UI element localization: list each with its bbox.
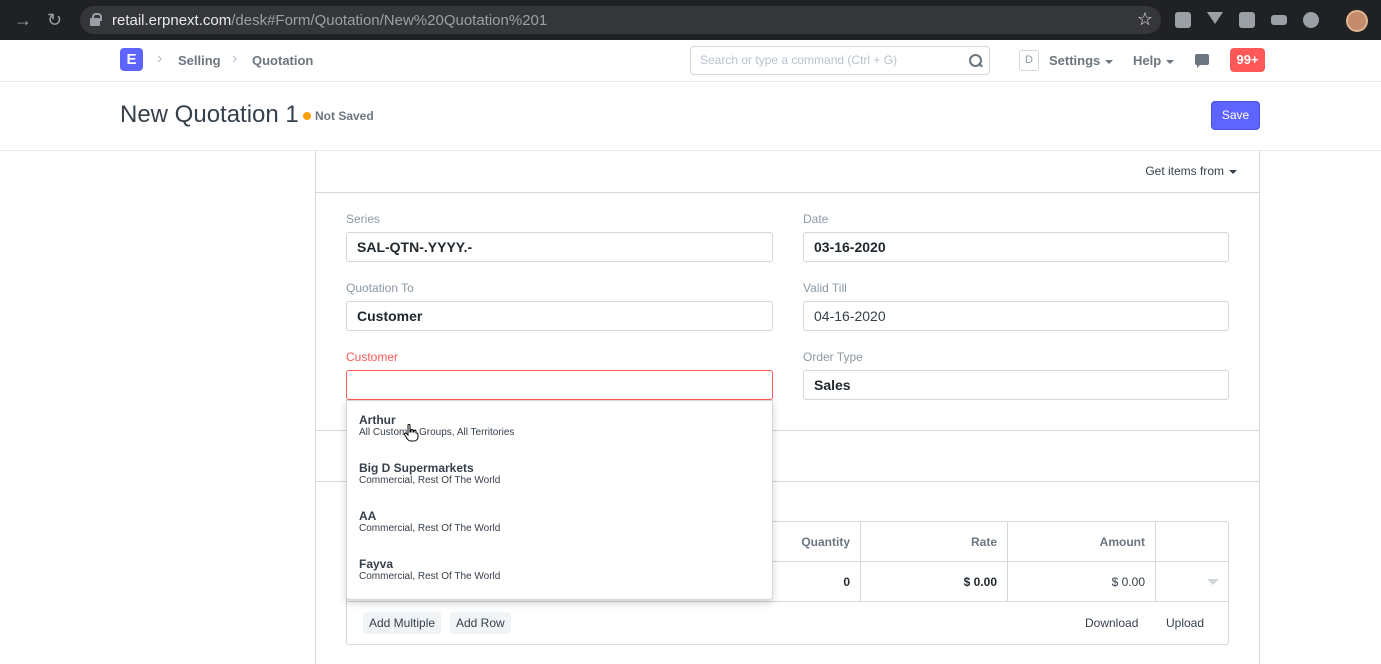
customer-option-fayva[interactable]: Fayva Commercial, Rest Of The World (347, 545, 772, 593)
page-head: New Quotation 1 Not Saved Save (0, 82, 1381, 151)
caret-down-icon (1166, 59, 1175, 64)
valid-till-field[interactable]: 04-16-2020 (803, 301, 1229, 331)
lock-icon (90, 13, 102, 26)
caret-down-icon (1229, 169, 1237, 174)
series-field[interactable]: SAL-QTN-.YYYY.- (346, 232, 773, 262)
option-description: Commercial, Rest Of The World (359, 475, 501, 486)
notification-badge[interactable]: 99+ (1230, 48, 1265, 72)
add-row-button[interactable]: Add Row (450, 612, 511, 634)
quotation-to-select[interactable]: Customer (346, 301, 773, 331)
extension-icon[interactable] (1271, 15, 1287, 25)
download-button[interactable]: Download (1085, 612, 1138, 634)
upload-button[interactable]: Upload (1166, 612, 1204, 634)
get-items-label: Get items from (1145, 164, 1224, 178)
order-type-select[interactable]: Sales (803, 370, 1229, 400)
customer-option-aa[interactable]: AA Commercial, Rest Of The World (347, 497, 772, 545)
help-label: Help (1133, 53, 1162, 68)
app-navbar: E › Selling › Quotation D Settings Help … (0, 40, 1381, 82)
hand-cursor-icon (403, 424, 419, 442)
vue-devtools-icon[interactable] (1207, 12, 1223, 24)
caret-down-icon (1105, 59, 1114, 64)
url-path: /desk#Form/Quotation/New%20Quotation%201 (231, 12, 548, 29)
quotation-to-label: Quotation To (346, 281, 414, 295)
extension-icon[interactable] (1303, 12, 1319, 28)
status-badge: Not Saved (315, 109, 374, 123)
bookmark-star-icon[interactable]: ☆ (1137, 9, 1153, 30)
help-menu[interactable]: Help (1133, 53, 1175, 68)
url-text: retail.erpnext.com/desk#Form/Quotation/N… (112, 12, 547, 29)
customer-input[interactable] (346, 370, 773, 400)
breadcrumb-selling[interactable]: Selling (178, 53, 221, 68)
option-description: Commercial, Rest Of The World (359, 523, 501, 534)
forward-arrow-icon[interactable]: → (14, 10, 32, 30)
extension-icon[interactable] (1239, 12, 1255, 28)
chevron-right-icon: › (157, 50, 163, 67)
reload-icon[interactable]: ↻ (47, 10, 62, 30)
series-label: Series (346, 212, 381, 226)
search-icon (969, 54, 983, 68)
page-title: New Quotation 1 (120, 101, 299, 128)
option-title: Arthur (359, 413, 396, 427)
browser-chrome: → ↻ retail.erpnext.com/desk#Form/Quotati… (0, 0, 1381, 40)
extension-icon[interactable] (1175, 12, 1191, 28)
chevron-right-icon: › (232, 50, 238, 67)
search-input[interactable] (700, 53, 960, 67)
url-host: retail.erpnext.com (112, 12, 232, 29)
user-avatar[interactable]: D (1019, 50, 1039, 71)
amount-header: Amount (1008, 522, 1155, 562)
status-indicator-dot (303, 112, 311, 120)
valid-till-label: Valid Till (803, 281, 847, 295)
customer-option-big-d-supermarkets[interactable]: Big D Supermarkets Commercial, Rest Of T… (347, 449, 772, 497)
option-description: All Customer Groups, All Territories (359, 427, 515, 438)
save-button[interactable]: Save (1211, 101, 1260, 130)
app-logo[interactable]: E (120, 48, 143, 71)
add-multiple-button[interactable]: Add Multiple (363, 612, 442, 634)
form-toolbar: Get items from (316, 151, 1259, 193)
option-title: AA (359, 509, 377, 523)
address-bar[interactable]: retail.erpnext.com/desk#Form/Quotation/N… (80, 6, 1161, 34)
chat-icon[interactable] (1195, 54, 1209, 68)
customer-label: Customer (346, 350, 399, 364)
get-items-from-button[interactable]: Get items from (1145, 164, 1237, 178)
order-type-label: Order Type (803, 350, 863, 364)
option-title: Big D Supermarkets (359, 461, 474, 475)
date-label: Date (803, 212, 829, 226)
amount-cell: $ 0.00 (1008, 562, 1155, 602)
settings-label: Settings (1049, 53, 1101, 68)
awesomebar[interactable] (690, 46, 990, 75)
option-title: Fayva (359, 557, 394, 571)
row-expand-caret-icon[interactable] (1207, 579, 1219, 585)
option-description: Commercial, Rest Of The World (359, 571, 501, 582)
row-actions-header (1156, 522, 1228, 562)
settings-menu[interactable]: Settings (1049, 53, 1114, 68)
rate-cell[interactable]: $ 0.00 (861, 562, 1007, 602)
date-field[interactable]: 03-16-2020 (803, 232, 1229, 262)
profile-avatar[interactable] (1346, 10, 1368, 32)
breadcrumb-quotation[interactable]: Quotation (252, 53, 313, 68)
rate-header: Rate (861, 522, 1007, 562)
